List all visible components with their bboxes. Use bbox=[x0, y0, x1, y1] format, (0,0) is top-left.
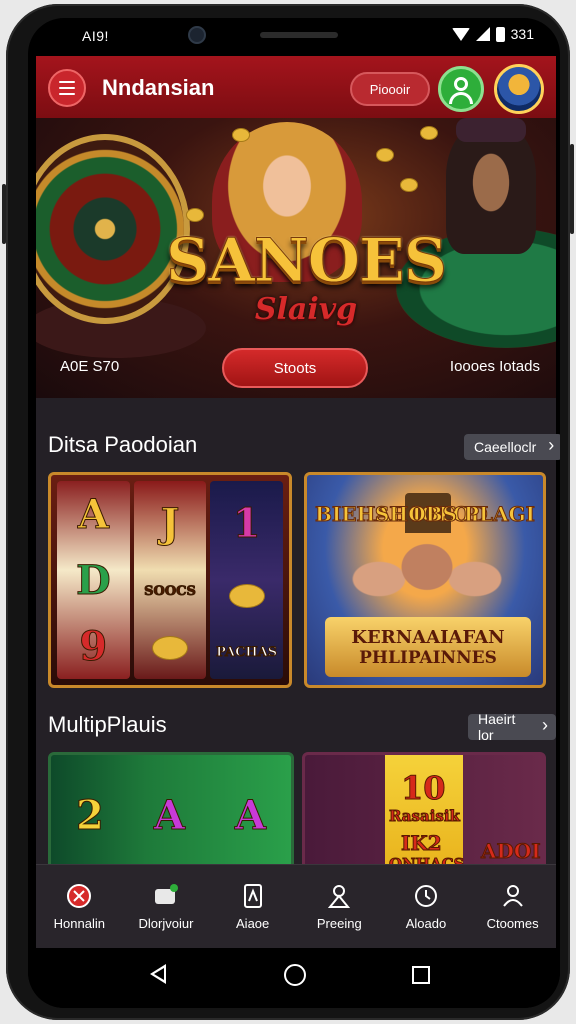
chat-icon bbox=[152, 882, 180, 910]
nav-item-pricing[interactable]: Preeing bbox=[297, 882, 381, 931]
hero-banner[interactable]: SANOES Slaivg A0E S70 Stoots Ioooes Iota… bbox=[36, 118, 556, 398]
camera-icon bbox=[188, 26, 206, 44]
phone-frame: AI9! 331 Nndansian Pioooir SANOES Slaivg… bbox=[2, 4, 574, 1020]
nav-label: Aloado bbox=[405, 916, 447, 931]
view-all-button[interactable]: Caeelloclr bbox=[464, 434, 560, 460]
battery-icon bbox=[495, 26, 505, 42]
coin-icon bbox=[420, 126, 438, 140]
nav-item-games[interactable]: Aiaoe bbox=[211, 882, 295, 931]
wifi-icon bbox=[451, 27, 470, 41]
slot-game-card[interactable]: A D 9 J SOOCS 1 PACHAS bbox=[48, 472, 292, 688]
promo-banner: KERNAAIAFAN PHLIPAINNES bbox=[325, 617, 531, 677]
view-all-button[interactable]: Haeirt lor bbox=[468, 711, 556, 743]
bottom-nav: Honnalin Dlorjvoiur Aiaoe Preeing Aloado… bbox=[36, 864, 556, 948]
clock-icon bbox=[412, 882, 440, 910]
reel-symbol: 9 bbox=[79, 622, 108, 670]
coin-icon bbox=[376, 148, 394, 162]
game-logo-subtitle: Slaivg bbox=[254, 292, 358, 327]
status-bar: AI9! 331 bbox=[28, 18, 560, 54]
hero-cta-button[interactable]: Stoots bbox=[222, 348, 368, 388]
gold-bar-icon bbox=[228, 583, 265, 608]
card-text: Rasaisik bbox=[389, 807, 461, 826]
reel-symbol: D bbox=[75, 556, 111, 604]
promo-banner-line1: KERNAAIAFAN bbox=[351, 626, 505, 648]
status-icons: 331 bbox=[451, 26, 534, 42]
coin-icon bbox=[400, 178, 418, 192]
game-list: Ditsa Paodoian Caeelloclr A D 9 J SOOCS … bbox=[36, 398, 560, 878]
section-title: MultipPlauis bbox=[48, 712, 167, 737]
game-logo: SANOES bbox=[165, 226, 447, 297]
coin-icon bbox=[152, 636, 188, 661]
nav-item-home[interactable]: Honnalin bbox=[37, 882, 121, 931]
reel-symbol: J bbox=[160, 499, 180, 547]
nav-item-history[interactable]: Aloado bbox=[384, 882, 468, 931]
multiplayer-game-card[interactable]: 2 A A bbox=[48, 752, 294, 878]
reel-symbol: A bbox=[77, 490, 109, 538]
nav-label: Preeing bbox=[316, 916, 362, 931]
back-icon[interactable] bbox=[150, 964, 166, 984]
hat-decoration bbox=[456, 118, 526, 142]
volume-button bbox=[2, 184, 6, 244]
promo-game-card[interactable]: BIEHAL IOLOD SHOBS PLAGI KERNAAIAFAN PHL… bbox=[304, 472, 546, 688]
login-button[interactable]: Pioooir bbox=[350, 72, 430, 106]
status-clock: 331 bbox=[510, 26, 534, 42]
nav-label: Honnalin bbox=[53, 916, 105, 931]
slot-reel: J SOOCS bbox=[133, 481, 207, 679]
section-title: Ditsa Paodoian bbox=[48, 432, 198, 457]
coin-icon bbox=[186, 208, 204, 222]
nav-label: Aiaoe bbox=[236, 916, 270, 931]
screen: AI9! 331 Nndansian Pioooir SANOES Slaivg… bbox=[28, 18, 560, 1008]
reel-symbol: A bbox=[153, 791, 185, 839]
power-button bbox=[570, 144, 574, 234]
user-icon[interactable] bbox=[438, 66, 484, 112]
card-text: ADOI bbox=[481, 839, 542, 864]
coin-icon bbox=[232, 128, 250, 142]
slot-reel: 1 PACHAS bbox=[210, 481, 284, 679]
home-button-icon[interactable] bbox=[284, 964, 306, 986]
reel-symbol: PACHAS bbox=[216, 645, 278, 661]
nav-item-profile[interactable]: Ctoomes bbox=[471, 882, 555, 931]
system-nav-bar bbox=[28, 948, 560, 1008]
recents-icon[interactable] bbox=[412, 966, 430, 984]
hero-right-text: Ioooes Iotads bbox=[449, 358, 540, 375]
nav-label: Dlorjvoiur bbox=[138, 916, 194, 931]
profile-icon bbox=[499, 882, 527, 910]
hero-left-text: A0E S70 bbox=[60, 358, 120, 375]
menu-button[interactable] bbox=[48, 69, 86, 107]
reel-symbol: A bbox=[234, 791, 266, 839]
status-time: AI9! bbox=[82, 28, 109, 44]
person-icon bbox=[325, 882, 353, 910]
promo-banner-line2: PHLIPAINNES bbox=[359, 647, 497, 668]
reel-symbol: SOOCS bbox=[144, 583, 197, 599]
promo-right-text: SHOBS PLAGI bbox=[374, 502, 535, 526]
slot-icon bbox=[239, 882, 267, 910]
app-title: Nndansian bbox=[102, 75, 215, 100]
reel-symbol: 2 bbox=[76, 791, 105, 839]
multiplayer-game-card[interactable]: 10 Rasaisik IK2 ONHACS ADOI bbox=[302, 752, 546, 878]
nav-label: Ctoomes bbox=[486, 916, 539, 931]
nav-item-discover[interactable]: Dlorjvoiur bbox=[124, 882, 208, 931]
card-text: IK2 bbox=[401, 831, 443, 856]
speaker-grille bbox=[260, 32, 338, 38]
avatar[interactable] bbox=[494, 64, 544, 114]
signal-icon bbox=[475, 27, 490, 41]
slot-reel: A D 9 bbox=[57, 481, 130, 679]
app-bar: Nndansian Pioooir bbox=[36, 56, 556, 118]
reel-symbol: 1 bbox=[232, 499, 261, 547]
home-icon bbox=[65, 882, 93, 910]
card-number: 10 bbox=[401, 769, 447, 808]
